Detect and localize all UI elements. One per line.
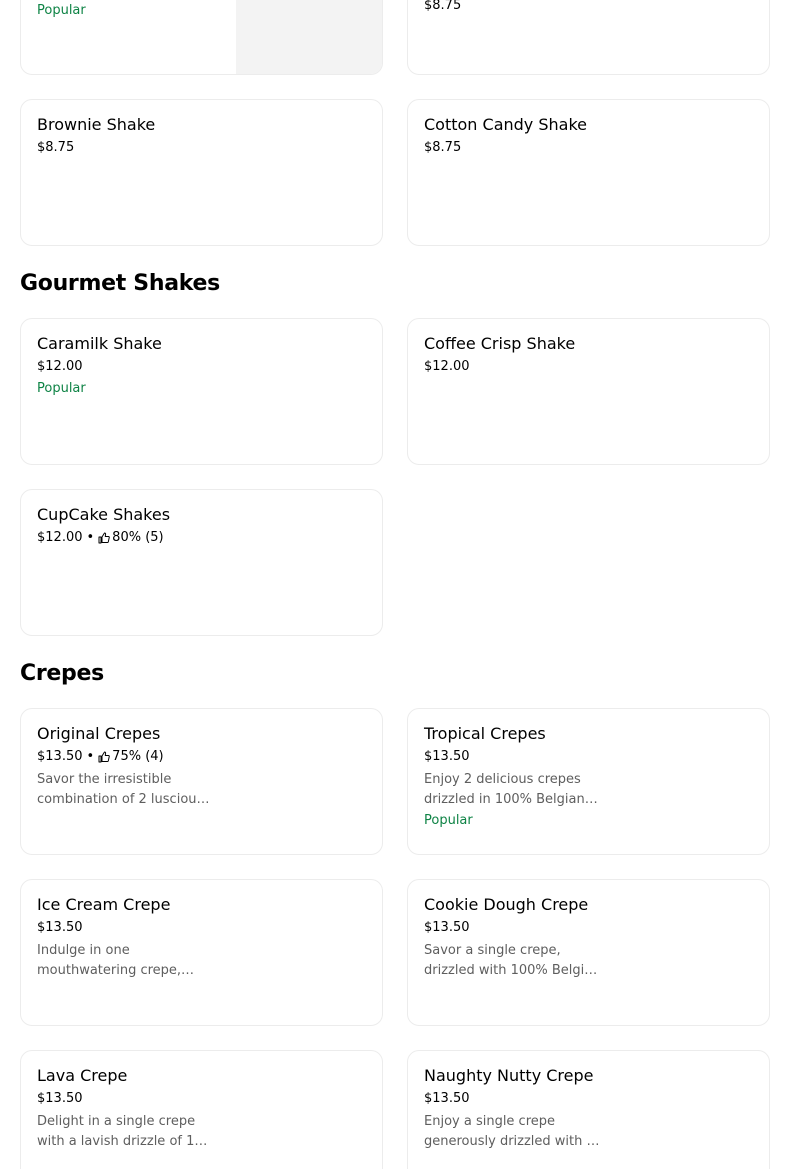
item-description: Savor a single crepe, drizzled with 100%… xyxy=(424,943,602,978)
item-meta: $13.50 • 75% (4) xyxy=(37,748,237,766)
menu-item-card[interactable]: $8.75 xyxy=(407,0,770,75)
item-description: Enjoy 2 delicious crepes drizzled in 100… xyxy=(424,772,598,807)
menu-item-card[interactable]: CupCake Shakes $12.00 • 80% (5) xyxy=(20,489,383,636)
item-name: Tropical Crepes xyxy=(424,724,546,743)
item-photo xyxy=(236,0,382,74)
item-price: $8.75 xyxy=(37,140,75,155)
item-rating: 80% (5) xyxy=(112,530,164,545)
item-price: $13.50 xyxy=(424,920,470,935)
item-price: $8.75 xyxy=(424,0,462,13)
menu-item-card[interactable]: Cotton Candy Shake $8.75 xyxy=(407,99,770,246)
item-description: Indulge in one mouthwatering crepe,… xyxy=(37,943,195,978)
item-price: $12.00 xyxy=(37,359,83,374)
item-meta: $12.00 • 80% (5) xyxy=(37,529,237,547)
item-description: Delight in a single crepe with a lavish … xyxy=(37,1114,215,1149)
thumbs-up-icon xyxy=(98,532,110,544)
separator: • xyxy=(86,530,95,545)
thumbs-up-icon xyxy=(98,751,110,763)
menu-item-card[interactable]: Lava Crepe $13.50 Delight in a single cr… xyxy=(20,1050,383,1169)
item-name: Original Crepes xyxy=(37,724,161,743)
item-price: $13.50 xyxy=(37,749,83,764)
item-price: $13.50 xyxy=(37,920,83,935)
item-name: Naughty Nutty Crepe xyxy=(424,1066,594,1085)
section-title-gourmet-shakes: Gourmet Shakes xyxy=(20,271,220,296)
item-price: $8.75 xyxy=(424,140,462,155)
item-price: $13.50 xyxy=(37,1091,83,1106)
item-name: Caramilk Shake xyxy=(37,334,162,353)
item-price: $13.50 xyxy=(424,1091,470,1106)
item-description: Savor the irresistible combination of 2 … xyxy=(37,772,215,807)
item-name: CupCake Shakes xyxy=(37,505,171,524)
menu-item-card[interactable]: Tropical Crepes $13.50 Enjoy 2 delicious… xyxy=(407,708,770,855)
popular-badge: Popular xyxy=(37,381,86,396)
section-title-crepes: Crepes xyxy=(20,661,104,686)
menu-item-card[interactable]: Cookie Dough Crepe $13.50 Savor a single… xyxy=(407,879,770,1026)
item-rating: 75% (4) xyxy=(112,749,164,764)
item-description: Enjoy a single crepe generously drizzled… xyxy=(424,1114,602,1149)
popular-badge: Popular xyxy=(37,3,86,18)
item-name: Lava Crepe xyxy=(37,1066,128,1085)
menu-item-card[interactable]: Original Crepes $13.50 • 75% (4) Savor t… xyxy=(20,708,383,855)
menu-item-card[interactable]: Naughty Nutty Crepe $13.50 Enjoy a singl… xyxy=(407,1050,770,1169)
item-name: Cookie Dough Crepe xyxy=(424,895,589,914)
menu-item-card[interactable]: Coffee Crisp Shake $12.00 xyxy=(407,318,770,465)
item-price: $13.50 xyxy=(424,749,470,764)
separator: • xyxy=(86,749,95,764)
menu-item-card[interactable]: Popular xyxy=(20,0,383,75)
menu-item-card[interactable]: Caramilk Shake $12.00 Popular xyxy=(20,318,383,465)
item-name: Coffee Crisp Shake xyxy=(424,334,576,353)
menu-item-card[interactable]: Brownie Shake $8.75 xyxy=(20,99,383,246)
popular-badge: Popular xyxy=(424,813,473,828)
item-price: $12.00 xyxy=(37,530,83,545)
menu-item-card[interactable]: Ice Cream Crepe $13.50 Indulge in one mo… xyxy=(20,879,383,1026)
item-name: Brownie Shake xyxy=(37,115,156,134)
item-name: Ice Cream Crepe xyxy=(37,895,171,914)
item-price: $12.00 xyxy=(424,359,470,374)
item-name: Cotton Candy Shake xyxy=(424,115,587,134)
